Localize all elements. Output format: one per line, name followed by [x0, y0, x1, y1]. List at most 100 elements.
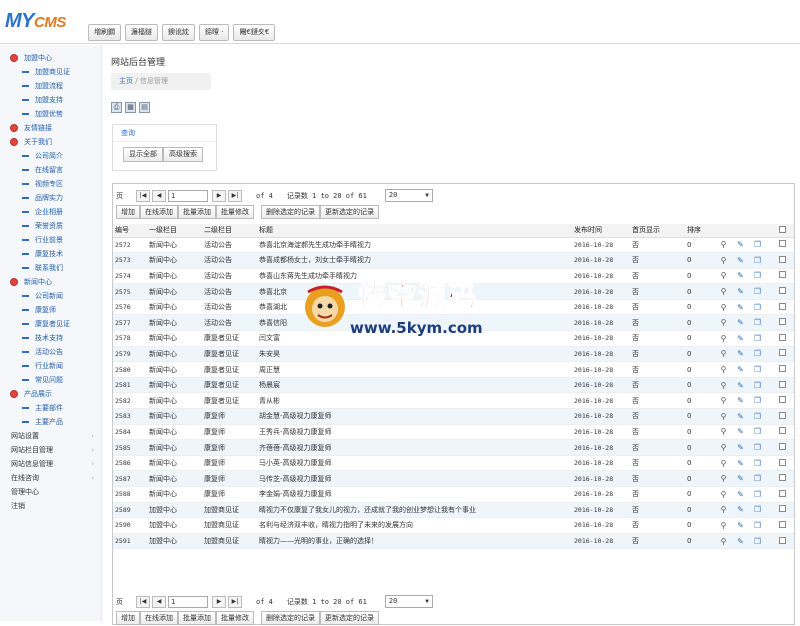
row-checkbox[interactable]	[779, 443, 786, 451]
print-icon[interactable]: ⎙	[111, 102, 122, 113]
view-icon[interactable]: ⚲	[719, 427, 728, 436]
row-checkbox[interactable]	[779, 349, 786, 357]
copy-icon[interactable]: ❐	[753, 537, 762, 546]
row-checkbox[interactable]	[779, 333, 786, 341]
edit-icon[interactable]: ✎	[736, 396, 745, 405]
edit-icon[interactable]: ✎	[736, 443, 745, 452]
row-checkbox[interactable]	[779, 318, 786, 326]
row-checkbox[interactable]	[779, 365, 786, 373]
table-row[interactable]: 2591 加盟中心 加盟商见证 睛视力——光明的事业，正确的选择！ 2016-10-28…	[113, 533, 794, 550]
table-row[interactable]: 2586 新闻中心 康复师 马小英-高级视力康复师 2016-10-28 否 0 ⚲ ✎ ❐	[113, 455, 794, 472]
table-row[interactable]: 2572 新闻中心 活动公告 恭喜北京海淀郝先生成功牵手睛视力 2016-10-28 否 0…	[113, 237, 794, 254]
row-checkbox[interactable]	[779, 380, 786, 388]
edit-icon[interactable]: ✎	[736, 505, 745, 514]
copy-icon[interactable]: ❐	[753, 318, 762, 327]
sidebar-item[interactable]: 公司新闻	[0, 289, 101, 303]
table-row[interactable]: 2590 加盟中心 加盟商见证 名利与经济双丰收，睛视力指明了未来的发展方向 2016-…	[113, 517, 794, 534]
sidebar-item[interactable]: 主要产品	[0, 415, 101, 429]
row-checkbox[interactable]	[779, 287, 786, 295]
first-page-button[interactable]: |◀	[136, 189, 150, 202]
copy-icon[interactable]: ❐	[753, 490, 762, 499]
prev-page-button[interactable]: ◀	[152, 595, 166, 608]
sidebar-item[interactable]: 加盟优势	[0, 107, 101, 121]
batch-edit-button[interactable]: 批量修改	[216, 205, 254, 219]
copy-icon[interactable]: ❐	[753, 412, 762, 421]
breadcrumb-home[interactable]: 主页	[119, 77, 133, 85]
view-icon[interactable]: ⚲	[719, 443, 728, 452]
sidebar-item[interactable]: 技术支持	[0, 331, 101, 345]
sidebar-menu[interactable]: 注销	[0, 499, 101, 513]
col-home-display[interactable]: 首页显示	[630, 224, 685, 238]
top-nav-item[interactable]: 増刷鐗	[88, 24, 121, 41]
edit-icon[interactable]: ✎	[736, 334, 745, 343]
edit-icon[interactable]: ✎	[736, 521, 745, 530]
table-row[interactable]: 2582 新闻中心 康复者见证 青从彬 2016-10-28 否 0 ⚲ ✎ ❐	[113, 392, 794, 410]
show-all-button[interactable]: 显示全部	[123, 147, 163, 162]
table-row[interactable]: 2574 新闻中心 活动公告 恭喜山东蒋先生成功牵手睛视力 2016-10-28 否 0 ⚲ ✎…	[113, 268, 794, 285]
view-icon[interactable]: ⚲	[719, 490, 728, 499]
table-row[interactable]: 2589 加盟中心 加盟商见证 睛视力不仅康复了我女儿的视力，还成就了我的创业梦想让我…	[113, 502, 794, 519]
batch-add-button[interactable]: 批量添加	[178, 611, 216, 625]
table-row[interactable]: 2587 新闻中心 康复师 马传芝-高级视力康复师 2016-10-28 否 0 ⚲ ✎ ❐	[113, 470, 794, 487]
last-page-button[interactable]: ▶|	[228, 189, 242, 202]
col-level1[interactable]: 一级栏目	[147, 224, 202, 238]
view-icon[interactable]: ⚲	[719, 256, 728, 265]
edit-icon[interactable]: ✎	[736, 256, 745, 265]
row-checkbox[interactable]	[779, 474, 786, 482]
edit-icon[interactable]: ✎	[736, 459, 745, 468]
view-icon[interactable]: ⚲	[719, 334, 728, 343]
edit-icon[interactable]: ✎	[736, 365, 745, 374]
table-row[interactable]: 2575 新闻中心 活动公告 恭喜北京 2016-10-28 否 0 ⚲ ✎ ❐	[113, 283, 794, 300]
edit-icon[interactable]: ✎	[736, 474, 745, 483]
copy-icon[interactable]: ❐	[753, 396, 762, 405]
edit-icon[interactable]: ✎	[736, 537, 745, 546]
view-icon[interactable]: ⚲	[719, 412, 728, 421]
copy-icon[interactable]: ❐	[753, 474, 762, 483]
row-checkbox[interactable]	[779, 427, 786, 435]
copy-icon[interactable]: ❐	[753, 521, 762, 530]
view-icon[interactable]: ⚲	[719, 521, 728, 530]
table-row[interactable]: 2577 新闻中心 活动公告 恭喜信阳 2016-10-28 否 0 ⚲ ✎ ❐	[113, 314, 794, 332]
view-icon[interactable]: ⚲	[719, 505, 728, 514]
page-size-select[interactable]: 20 ▼	[384, 189, 433, 202]
view-icon[interactable]: ⚲	[719, 240, 728, 249]
page-size-select[interactable]: 20 ▼	[384, 595, 433, 608]
sidebar-group[interactable]: 友情链接	[0, 121, 101, 135]
sidebar-menu[interactable]: 网站信息管理 ›	[0, 457, 101, 471]
page-input[interactable]: 1	[168, 595, 208, 608]
row-checkbox[interactable]	[779, 411, 786, 419]
sidebar-item[interactable]: 荣誉资质	[0, 219, 101, 233]
view-icon[interactable]: ⚲	[719, 474, 728, 483]
view-icon[interactable]: ⚲	[719, 381, 728, 390]
next-page-button[interactable]: ▶	[212, 595, 226, 608]
edit-icon[interactable]: ✎	[736, 381, 745, 390]
sidebar-group[interactable]: 关于我们	[0, 135, 101, 149]
view-icon[interactable]: ⚲	[719, 349, 728, 358]
delete-selected-button[interactable]: 删除选定的记录	[261, 611, 320, 625]
copy-icon[interactable]: ❐	[753, 240, 762, 249]
row-checkbox[interactable]	[779, 271, 786, 279]
copy-icon[interactable]: ❐	[753, 271, 762, 280]
row-checkbox[interactable]	[779, 458, 786, 466]
table-row[interactable]: 2584 新闻中心 康复师 王秀兵-高级视力康复师 2016-10-28 否 0 ⚲ ✎ ❐	[113, 424, 794, 441]
table-row[interactable]: 2588 新闻中心 康复师 李金娟-高级视力康复师 2016-10-28 否 0 ⚲ ✎ ❐	[113, 486, 794, 503]
copy-icon[interactable]: ❐	[753, 334, 762, 343]
export-word-icon[interactable]: ▤	[139, 102, 150, 113]
sidebar-item[interactable]: 在线留言	[0, 163, 101, 177]
row-checkbox[interactable]	[779, 240, 786, 248]
sidebar-item[interactable]: 行业前景	[0, 233, 101, 247]
table-row[interactable]: 2578 新闻中心 康复者见证 闫文富 2016-10-28 否 0 ⚲ ✎ ❐	[113, 330, 794, 347]
delete-selected-button[interactable]: 删除选定的记录	[261, 205, 320, 219]
table-row[interactable]: 2580 新闻中心 康复者见证 周正慧 2016-10-28 否 0 ⚲ ✎ ❐	[113, 361, 794, 378]
sidebar-item[interactable]: 康复者见证	[0, 317, 101, 331]
top-nav-item[interactable]: 鐭讹紞	[162, 24, 195, 41]
edit-icon[interactable]: ✎	[736, 303, 745, 312]
view-icon[interactable]: ⚲	[719, 287, 728, 296]
advanced-search-button[interactable]: 高级搜索	[163, 147, 203, 162]
col-date[interactable]: 发布时间	[572, 224, 630, 238]
copy-icon[interactable]: ❐	[753, 505, 762, 514]
row-checkbox[interactable]	[779, 536, 786, 544]
batch-edit-button[interactable]: 批量修改	[216, 611, 254, 625]
copy-icon[interactable]: ❐	[753, 303, 762, 312]
copy-icon[interactable]: ❐	[753, 287, 762, 296]
